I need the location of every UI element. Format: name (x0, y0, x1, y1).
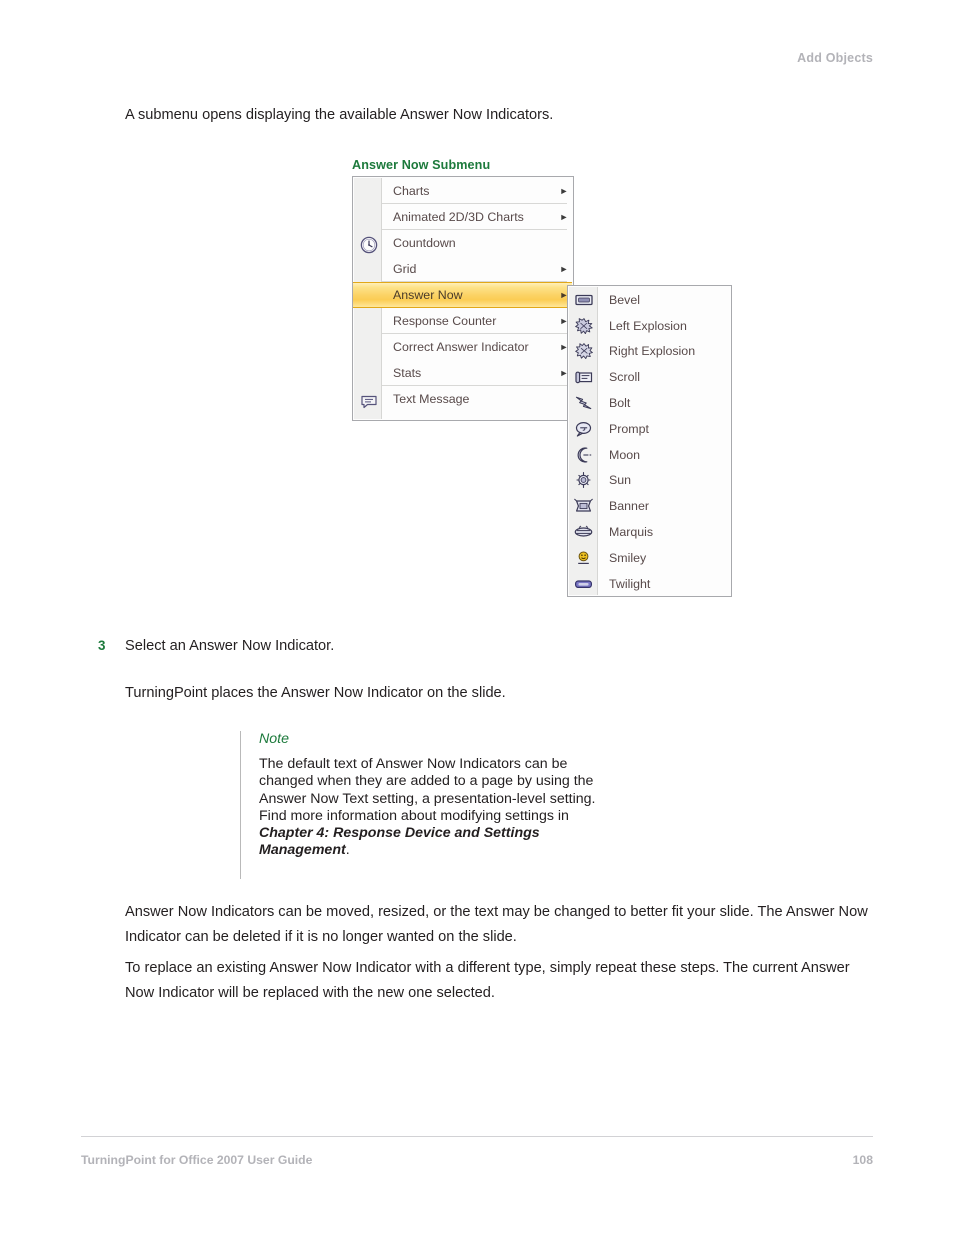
step-result-text: TurningPoint places the Answer Now Indic… (125, 685, 506, 701)
clock-icon (359, 235, 379, 255)
note-body: The default text of Answer Now Indicator… (259, 756, 625, 860)
marquis-icon (574, 525, 593, 537)
submenu-item-sun[interactable]: Sun (569, 468, 730, 494)
submenu-arrow-icon: ► (559, 185, 569, 196)
submenu-item-label: Moon (609, 447, 640, 462)
menu-item-label: Stats (393, 366, 422, 380)
answer-now-indicator-submenu: Bevel Left Explosion Right Explosion Scr… (567, 285, 732, 597)
intro-paragraph: A submenu opens displaying the available… (125, 107, 554, 123)
submenu-item-right-explosion[interactable]: Right Explosion (569, 339, 730, 365)
menu-item-label: Animated 2D/3D Charts (393, 210, 524, 224)
menu-panel: Charts ► Animated 2D/3D Charts ► Countdo… (352, 176, 574, 421)
banner-icon (574, 498, 593, 512)
twilight-icon (574, 580, 593, 588)
submenu-item-prompt[interactable]: Prompt (569, 416, 730, 442)
submenu-item-marquis[interactable]: Marquis (569, 519, 730, 545)
menu-item-label: Countdown (393, 236, 456, 250)
submenu-item-moon[interactable]: Moon (569, 442, 730, 468)
menu-item-text-message[interactable]: Text Message (382, 386, 572, 412)
submenu-panel: Bevel Left Explosion Right Explosion Scr… (567, 285, 732, 597)
note-body-reference: Chapter 4: Response Device and Settings … (259, 825, 540, 859)
note-title: Note (259, 731, 289, 747)
menu-item-list: Charts ► Animated 2D/3D Charts ► Countdo… (353, 178, 572, 419)
menu-item-label: Grid (393, 262, 417, 276)
menu-item-label: Answer Now (393, 288, 463, 302)
submenu-item-bevel[interactable]: Bevel (569, 287, 730, 313)
menu-item-stats[interactable]: Stats ► (382, 360, 572, 386)
menu-item-response-counter[interactable]: Response Counter ► (382, 308, 572, 334)
submenu-item-label: Left Explosion (609, 318, 687, 333)
smiley-icon (578, 551, 589, 564)
figure-caption: Answer Now Submenu (352, 158, 491, 172)
menu-item-charts[interactable]: Charts ► (382, 178, 572, 204)
right-explosion-icon (569, 340, 598, 362)
submenu-item-label: Twilight (609, 576, 651, 591)
bolt-icon (569, 392, 598, 414)
scroll-icon (569, 366, 598, 388)
menu-item-countdown[interactable]: Countdown (382, 230, 572, 256)
note-block: Note The default text of Answer Now Indi… (240, 731, 640, 879)
submenu-item-bolt[interactable]: Bolt (569, 390, 730, 416)
submenu-item-smiley[interactable]: Smiley (569, 545, 730, 571)
speech-bubble-icon (359, 391, 379, 411)
submenu-item-list: Bevel Left Explosion Right Explosion Scr… (569, 287, 730, 595)
menu-item-grid[interactable]: Grid ► (382, 256, 572, 282)
submenu-arrow-icon: ► (559, 263, 569, 274)
submenu-item-label: Scroll (609, 370, 640, 385)
step-text: Select an Answer Now Indicator. (125, 638, 335, 654)
submenu-item-label: Marquis (609, 525, 654, 540)
menu-item-label: Correct Answer Indicator (393, 340, 529, 354)
moon-icon (577, 447, 592, 463)
note-body-tail: . (345, 842, 350, 859)
paragraph-2: To replace an existing Answer Now Indica… (125, 960, 850, 1001)
submenu-item-scroll[interactable]: Scroll (569, 364, 730, 390)
submenu-item-label: Right Explosion (609, 344, 696, 359)
running-head: Add Objects (797, 51, 873, 65)
answer-now-menu: Charts ► Animated 2D/3D Charts ► Countdo… (352, 176, 574, 421)
submenu-arrow-icon: ► (559, 211, 569, 222)
note-body-lead: The default text of Answer Now Indicator… (259, 756, 596, 824)
paragraph-1: Answer Now Indicators can be moved, resi… (125, 904, 868, 945)
submenu-item-label: Prompt (609, 421, 649, 436)
menu-item-animated-charts[interactable]: Animated 2D/3D Charts ► (382, 204, 572, 230)
submenu-item-label: Smiley (609, 550, 647, 565)
sun-icon (576, 472, 591, 489)
prompt-icon (575, 421, 592, 437)
submenu-item-banner[interactable]: Banner (569, 493, 730, 519)
step-number: 3 (98, 638, 106, 653)
menu-item-answer-now[interactable]: Answer Now ► (353, 282, 572, 308)
footer-title: TurningPoint for Office 2007 User Guide (81, 1153, 313, 1167)
submenu-item-label: Banner (609, 499, 649, 514)
submenu-item-twilight[interactable]: Twilight (569, 571, 730, 597)
menu-item-correct-answer-indicator[interactable]: Correct Answer Indicator ► (382, 334, 572, 360)
submenu-item-label: Bevel (609, 292, 640, 307)
bevel-icon (569, 289, 598, 311)
submenu-item-left-explosion[interactable]: Left Explosion (569, 313, 730, 339)
submenu-item-label: Sun (609, 473, 632, 488)
page-number: 108 (852, 1153, 873, 1167)
menu-item-label: Response Counter (393, 314, 497, 328)
footer-divider (81, 1136, 873, 1137)
menu-item-label: Text Message (393, 392, 470, 406)
submenu-item-label: Bolt (609, 396, 631, 411)
left-explosion-icon (569, 315, 598, 337)
menu-item-label: Charts (393, 184, 430, 198)
